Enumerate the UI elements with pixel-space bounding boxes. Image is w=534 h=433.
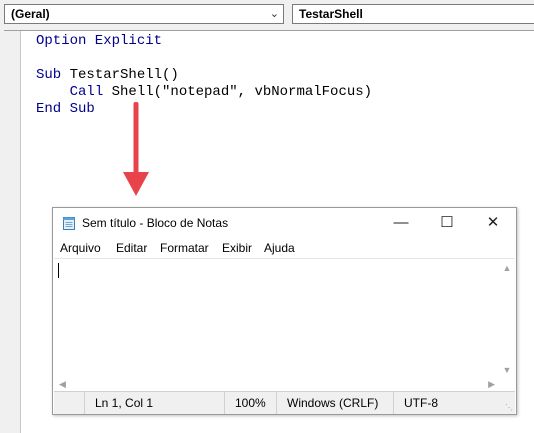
menu-bar: Arquivo Editar Formatar Exibir Ajuda [53,238,516,258]
text-caret [58,263,59,278]
code-shell-call: Shell("notepad", vbNormalFocus) [103,84,373,100]
close-button[interactable]: ✕ [470,208,516,238]
red-down-arrow-icon [123,102,149,196]
status-line-ending: Windows (CRLF) [276,392,393,414]
minimize-button[interactable]: — [378,208,424,238]
procedure-combo[interactable]: TestarShell [292,4,534,24]
maximize-button[interactable]: ☐ [424,208,470,238]
status-bar: Ln 1, Col 1 100% Windows (CRLF) UTF-8 ⋱ [54,391,515,414]
menu-arquivo[interactable]: Arquivo [60,241,101,255]
notepad-icon [63,217,75,230]
scroll-right-icon[interactable]: ▶ [488,379,495,390]
resize-grip-icon[interactable]: ⋱ [505,403,513,412]
scroll-left-icon[interactable]: ◀ [59,379,66,390]
code-sub-name: TestarShell() [61,67,179,83]
chevron-down-icon[interactable]: ⌄ [270,5,279,23]
status-position: Ln 1, Col 1 [84,392,224,414]
text-area[interactable]: ▲ ▼ ◀ ▶ [54,258,515,393]
maximize-icon: ☐ [440,214,454,231]
notepad-window[interactable]: Sem título - Bloco de Notas — ☐ ✕ Arquiv… [52,207,517,415]
window-title: Sem título - Bloco de Notas [82,216,229,230]
menu-exibir[interactable]: Exibir [222,241,252,255]
procedure-combo-value: TestarShell [299,7,363,21]
title-bar[interactable]: Sem título - Bloco de Notas — ☐ ✕ [53,208,516,238]
vertical-scrollbar[interactable]: ▲ ▼ [499,259,515,377]
menu-formatar[interactable]: Formatar [160,241,209,255]
code-line-option-explicit: Option Explicit [36,33,163,49]
code-line-end-sub: End Sub [36,101,95,117]
menu-ajuda[interactable]: Ajuda [264,241,295,255]
code-keyword-call: Call [69,84,104,100]
object-combo-value: (Geral) [11,7,50,21]
minimize-icon: — [393,214,409,231]
object-combo[interactable]: (Geral) ⌄ [4,4,284,24]
margin-indicator-bar[interactable] [4,31,21,433]
scroll-up-icon[interactable]: ▲ [499,263,515,273]
close-icon: ✕ [486,214,500,231]
menu-editar[interactable]: Editar [116,241,147,255]
code-text: Option Explicit Sub TestarShell() Call S… [36,33,372,118]
scroll-down-icon[interactable]: ▼ [499,365,515,375]
code-keyword-sub: Sub [36,67,62,83]
status-encoding: UTF-8 [393,392,515,414]
status-zoom: 100% [224,392,276,414]
